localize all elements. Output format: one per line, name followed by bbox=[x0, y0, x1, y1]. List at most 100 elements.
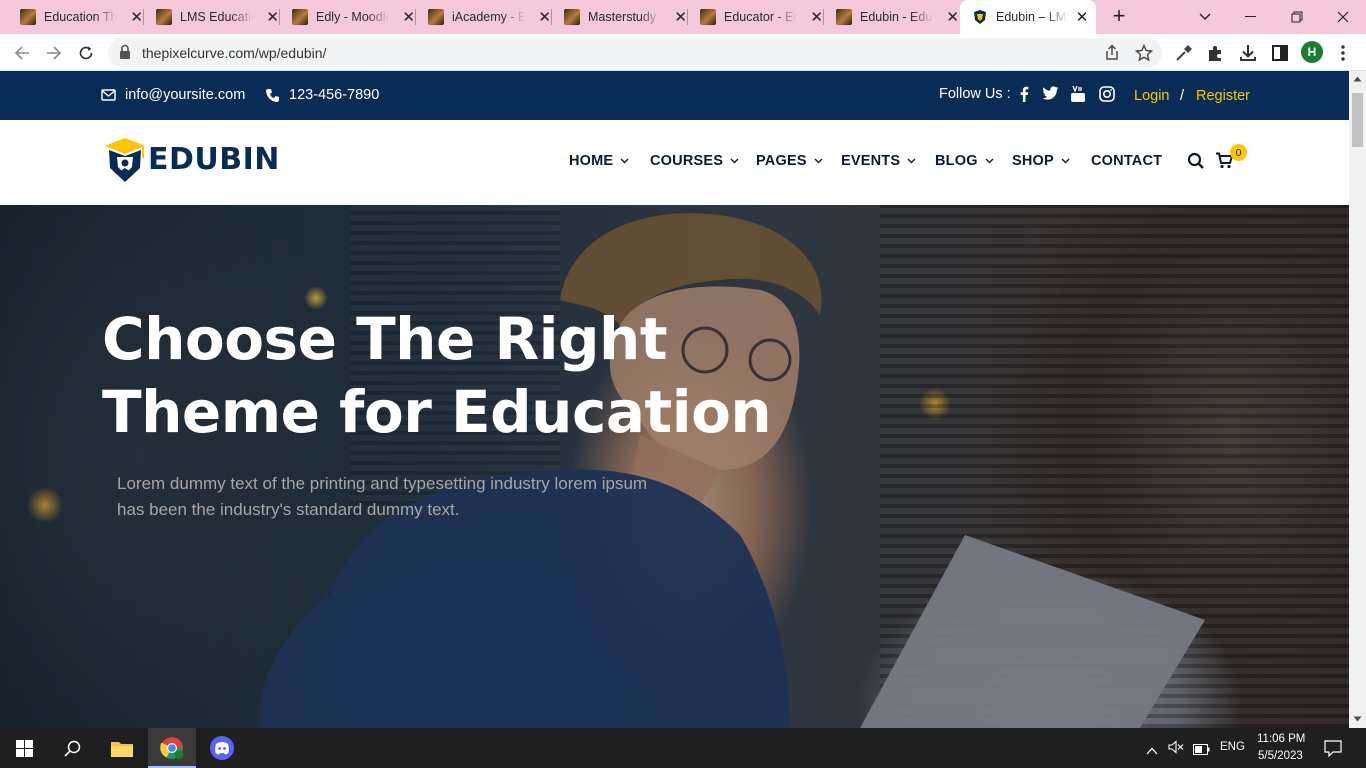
eyedropper-icon[interactable] bbox=[1174, 43, 1194, 63]
chrome-taskbar-icon[interactable] bbox=[148, 728, 196, 768]
new-tab-plus-icon[interactable]: + bbox=[1107, 5, 1131, 29]
cart-count-badge: 0 bbox=[1230, 144, 1247, 161]
chevron-down-icon bbox=[730, 158, 739, 164]
browser-tab[interactable]: Masterstudy ✕ bbox=[544, 0, 688, 34]
browser-tab[interactable]: Educator - Education ✕ bbox=[680, 0, 824, 34]
browser-tab[interactable]: Edly - Moodle ✕ bbox=[272, 0, 416, 34]
browser-tab-strip: Education Theme ✕ LMS Education ✕ Edly -… bbox=[0, 0, 1366, 34]
tray-chevron-up-icon[interactable] bbox=[1146, 742, 1158, 760]
extensions-puzzle-icon[interactable] bbox=[1206, 43, 1226, 63]
contact-phone[interactable]: 123-456-7890 bbox=[265, 87, 379, 103]
tab-title: Education Theme bbox=[44, 10, 118, 24]
twitter-icon[interactable] bbox=[1042, 86, 1059, 102]
hero-title-line: Choose The Right bbox=[102, 305, 668, 373]
browser-tab[interactable]: LMS Education ✕ bbox=[136, 0, 280, 34]
hero-banner: Choose The Right Theme for Education Lor… bbox=[0, 205, 1349, 728]
nav-label: PAGES bbox=[756, 153, 807, 169]
tab-favicon-icon bbox=[156, 9, 172, 25]
nav-item-events[interactable]: EVENTS bbox=[841, 153, 916, 169]
site-top-bar: info@yoursite.com 123-456-7890 Follow Us… bbox=[0, 71, 1349, 120]
tab-title: iAcademy - Education bbox=[452, 10, 526, 24]
back-arrow-icon[interactable] bbox=[9, 40, 35, 66]
nav-label: COURSES bbox=[650, 153, 724, 169]
forward-arrow-icon[interactable] bbox=[41, 40, 67, 66]
share-icon[interactable] bbox=[1103, 44, 1121, 62]
tab-favicon-icon bbox=[564, 9, 580, 25]
email-text: info@yoursite.com bbox=[125, 87, 246, 103]
browser-tab-active[interactable]: Edubin – LMS ✕ bbox=[960, 0, 1096, 34]
nav-label: SHOP bbox=[1012, 153, 1054, 169]
hero-title: Choose The Right Theme for Education bbox=[102, 303, 802, 449]
tab-search-chevron-icon[interactable] bbox=[1182, 0, 1228, 34]
tab-title: Edubin - Education bbox=[860, 10, 933, 24]
browser-tab[interactable]: Education Theme ✕ bbox=[0, 0, 144, 34]
minimize-icon[interactable] bbox=[1228, 0, 1274, 34]
windows-start-icon[interactable] bbox=[0, 728, 48, 768]
hero-subtitle: Lorem dummy text of the printing and typ… bbox=[117, 471, 717, 523]
lock-icon[interactable] bbox=[119, 44, 137, 62]
restore-icon[interactable] bbox=[1274, 0, 1320, 34]
tab-close-icon[interactable]: ✕ bbox=[945, 9, 960, 26]
address-bar[interactable]: thepixelcurve.com/wp/edubin/ bbox=[108, 38, 1162, 67]
battery-icon[interactable] bbox=[1193, 742, 1210, 760]
hero-subtitle-line: has been the industry's standard dummy t… bbox=[117, 500, 460, 519]
chevron-down-icon bbox=[985, 158, 994, 164]
clock-date[interactable]: 5/5/2023 bbox=[1258, 750, 1303, 762]
language-indicator[interactable]: ENG bbox=[1220, 741, 1245, 753]
browser-tab[interactable]: iAcademy - Education ✕ bbox=[408, 0, 552, 34]
chevron-down-icon bbox=[1061, 158, 1070, 164]
bookmark-star-icon[interactable] bbox=[1134, 43, 1154, 62]
nav-label: CONTACT bbox=[1091, 153, 1163, 169]
tab-close-icon[interactable]: ✕ bbox=[1074, 9, 1090, 26]
tab-favicon-icon bbox=[836, 9, 852, 25]
follow-us-label: Follow Us : bbox=[939, 86, 1011, 102]
tab-favicon-icon bbox=[428, 9, 444, 25]
chevron-down-icon bbox=[907, 158, 916, 164]
clock-time[interactable]: 11:06 PM bbox=[1257, 733, 1305, 745]
edubin-favicon-icon bbox=[972, 9, 988, 25]
tab-favicon-icon bbox=[700, 9, 716, 25]
scroll-up-arrow-icon[interactable] bbox=[1353, 76, 1362, 82]
nav-item-shop[interactable]: SHOP bbox=[1012, 153, 1070, 169]
nav-item-blog[interactable]: BLOG bbox=[935, 153, 994, 169]
hero-title-line: Theme for Education bbox=[102, 378, 772, 446]
tab-title: Edubin – LMS bbox=[996, 10, 1068, 24]
site-logo-text[interactable]: EDUBIN bbox=[148, 142, 280, 177]
file-explorer-icon[interactable] bbox=[98, 728, 146, 768]
volume-muted-icon[interactable] bbox=[1168, 740, 1184, 759]
nav-item-contact[interactable]: CONTACT bbox=[1091, 153, 1162, 169]
site-header: EDUBIN HOME COURSES PAGES EVENTS BLOG SH… bbox=[0, 120, 1349, 205]
page-scrollbar[interactable] bbox=[1349, 71, 1366, 728]
nav-item-courses[interactable]: COURSES bbox=[650, 153, 739, 169]
nav-item-pages[interactable]: PAGES bbox=[756, 153, 823, 169]
nav-label: HOME bbox=[569, 153, 614, 169]
notifications-icon[interactable] bbox=[1324, 740, 1342, 762]
more-menu-icon[interactable] bbox=[1333, 43, 1353, 63]
search-icon[interactable] bbox=[1187, 152, 1205, 175]
profile-avatar[interactable]: H bbox=[1301, 41, 1323, 63]
scrollbar-thumb[interactable] bbox=[1352, 93, 1363, 147]
envelope-icon bbox=[101, 89, 116, 101]
windows-taskbar: ENG 11:06 PM 5/5/2023 bbox=[0, 728, 1366, 768]
taskbar-search-icon[interactable] bbox=[48, 728, 96, 768]
scroll-down-arrow-icon[interactable] bbox=[1353, 716, 1362, 722]
reload-icon[interactable] bbox=[73, 40, 99, 66]
youtube-icon[interactable] bbox=[1071, 85, 1087, 102]
phone-icon bbox=[266, 88, 279, 102]
close-window-icon[interactable] bbox=[1320, 0, 1366, 34]
phone-text: 123-456-7890 bbox=[289, 87, 380, 103]
download-icon[interactable] bbox=[1238, 43, 1258, 63]
register-link[interactable]: Register bbox=[1196, 88, 1250, 104]
side-panel-icon[interactable] bbox=[1270, 43, 1290, 63]
facebook-icon[interactable] bbox=[1016, 86, 1032, 102]
tab-title: LMS Education bbox=[180, 10, 253, 24]
auth-separator: / bbox=[1180, 88, 1185, 104]
graduation-shield-logo-icon[interactable] bbox=[103, 136, 147, 191]
contact-email[interactable]: info@yoursite.com bbox=[101, 87, 245, 103]
discord-icon[interactable] bbox=[198, 728, 246, 768]
instagram-icon[interactable] bbox=[1099, 86, 1115, 102]
chevron-down-icon bbox=[620, 158, 629, 164]
browser-tab[interactable]: Edubin - Education ✕ bbox=[816, 0, 960, 34]
nav-item-home[interactable]: HOME bbox=[569, 153, 629, 169]
login-link[interactable]: Login bbox=[1134, 88, 1169, 104]
